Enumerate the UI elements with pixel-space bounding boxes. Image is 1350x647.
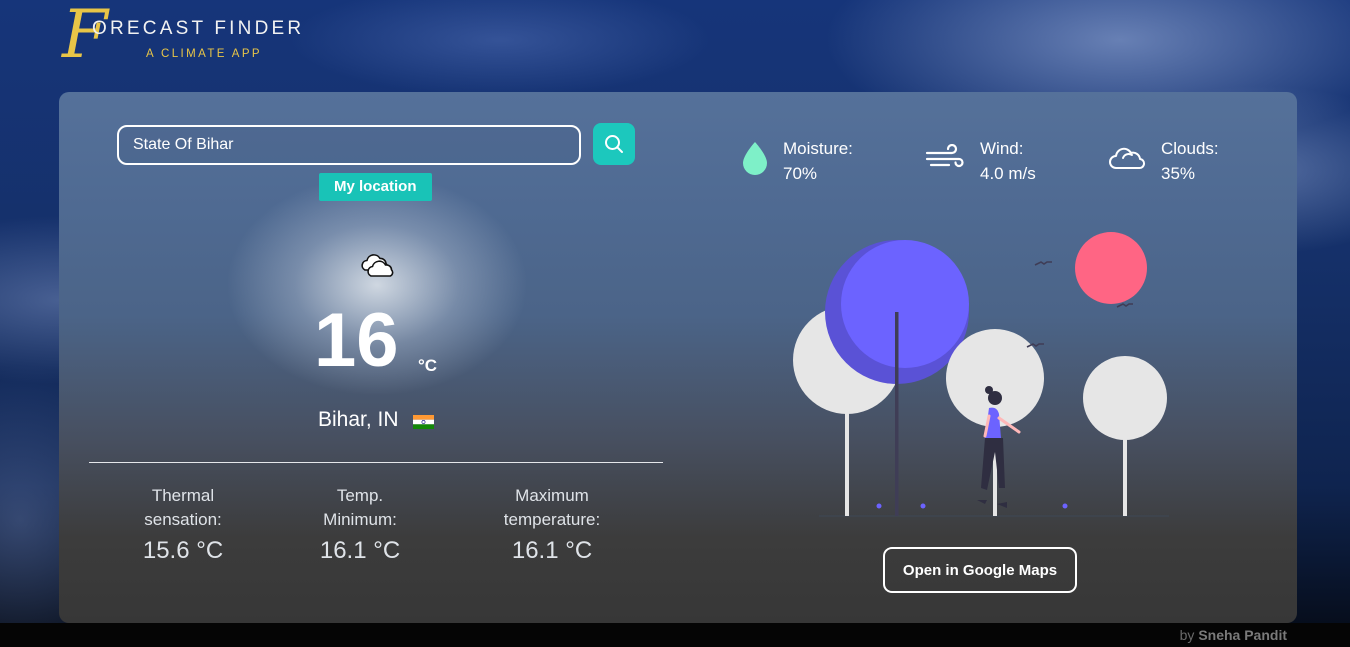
background-footer-strip — [0, 623, 1350, 647]
moisture-metric: Moisture: 70% — [740, 136, 870, 186]
thermal-sensation-stat: Thermal sensation: 15.6 °C — [93, 484, 273, 568]
walking-person-illustration — [793, 232, 1169, 517]
max-temp-stat: Maximum temperature: 16.1 °C — [462, 484, 642, 568]
india-flag-icon — [413, 415, 434, 429]
stat-label: Maximum temperature: — [503, 486, 601, 529]
stat-label: Thermal sensation: — [144, 486, 222, 529]
search-button[interactable] — [593, 123, 635, 165]
author-credit: by Sneha Pandit — [1179, 627, 1287, 643]
app-logo: F ORECAST FINDER A CLIMATE APP — [62, 2, 332, 76]
wind-label: Wind: — [980, 139, 1024, 158]
current-temperature: 16 — [314, 298, 399, 383]
wind-metric: Wind: 4.0 m/s — [925, 136, 1055, 186]
search-input[interactable] — [117, 125, 581, 165]
wind-value: 4.0 m/s — [980, 164, 1036, 183]
clouds-value: 35% — [1161, 164, 1196, 183]
stat-label: Temp. Minimum: — [323, 486, 397, 529]
water-drop-icon — [743, 142, 767, 175]
city-name: Bihar, IN — [318, 408, 399, 431]
stat-value: 16.1 °C — [319, 537, 401, 564]
stat-value: 15.6 °C — [142, 537, 224, 564]
min-temp-stat: Temp. Minimum: 16.1 °C — [270, 484, 450, 568]
moisture-label: Moisture: — [783, 139, 853, 158]
app-title: ORECAST FINDER — [92, 18, 305, 39]
clouds-icon — [361, 254, 394, 277]
clouds-metric: Clouds: 35% — [1107, 136, 1237, 186]
app-subtitle: A CLIMATE APP — [146, 48, 262, 60]
cloud-icon — [1109, 147, 1146, 169]
weather-card: My location 16 °C Bihar, IN Thermalsensa… — [59, 92, 1297, 623]
author-name: Sneha Pandit — [1198, 627, 1287, 643]
temperature-unit: °C — [418, 356, 438, 375]
search-icon — [605, 135, 623, 153]
my-location-button[interactable]: My location — [319, 173, 432, 201]
wind-icon — [925, 144, 964, 168]
moisture-value: 70% — [783, 164, 818, 183]
stat-value: 16.1 °C — [511, 537, 593, 564]
divider — [89, 462, 663, 463]
clouds-label: Clouds: — [1161, 139, 1219, 158]
open-google-maps-button[interactable]: Open in Google Maps — [883, 547, 1077, 593]
